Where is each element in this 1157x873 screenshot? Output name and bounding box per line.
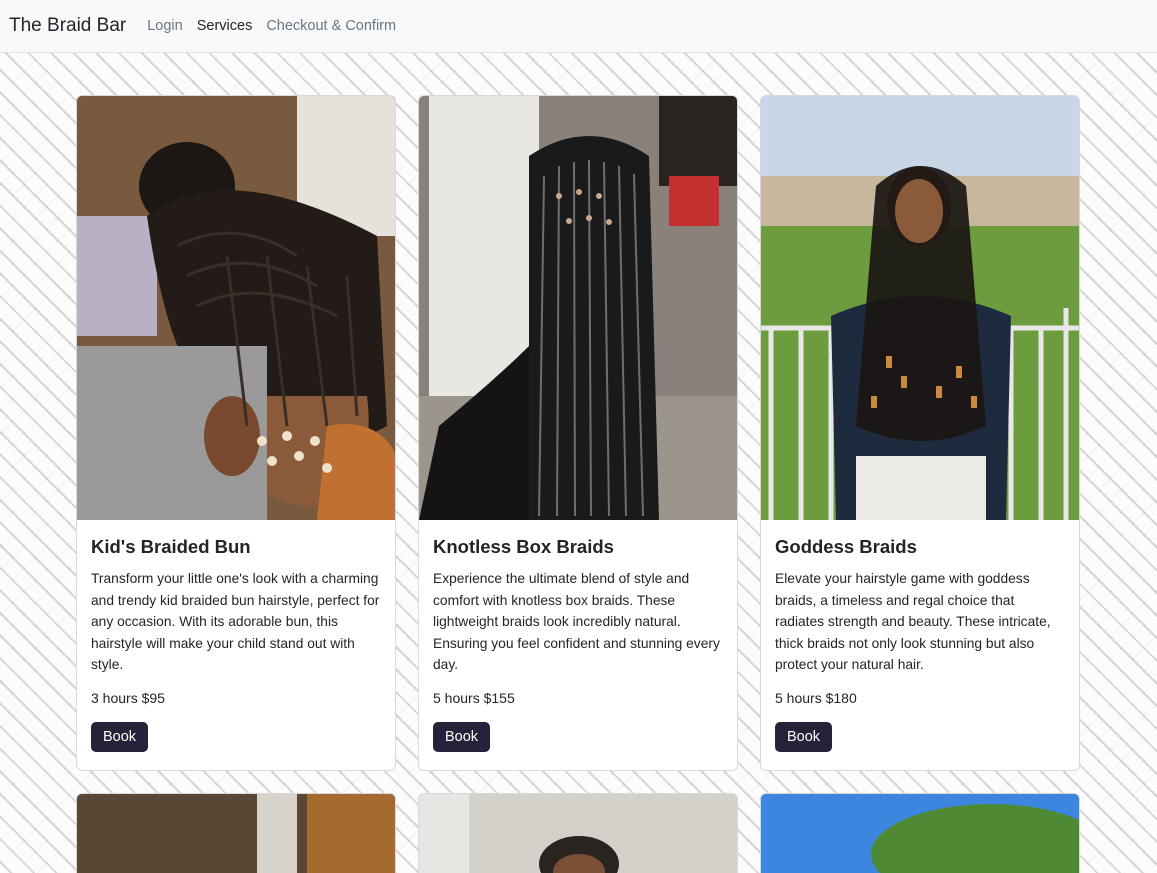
service-photo	[419, 794, 737, 873]
card-body: Knotless Box Braids Experience the ultim…	[419, 520, 737, 766]
service-card-row2-2	[418, 793, 738, 873]
service-card-knotless-box-braids: Knotless Box Braids Experience the ultim…	[418, 95, 738, 771]
service-title: Goddess Braids	[775, 536, 917, 557]
service-photo	[761, 794, 1079, 873]
service-photo	[419, 96, 737, 520]
service-card-goddess-braids: Goddess Braids Elevate your hairstyle ga…	[760, 95, 1080, 771]
photo-art	[77, 794, 395, 873]
photo-art	[419, 794, 737, 873]
service-description: Elevate your hairstyle game with goddess…	[775, 571, 1051, 672]
service-description: Experience the ultimate blend of style a…	[433, 571, 720, 672]
goddess-braids-photo-art	[761, 96, 1079, 520]
knotless-braids-photo-art	[419, 96, 737, 520]
service-photo	[77, 794, 395, 873]
book-button[interactable]: Book	[91, 721, 149, 752]
book-button[interactable]: Book	[775, 721, 833, 752]
service-card-row2-3	[760, 793, 1080, 873]
service-photo	[77, 96, 395, 520]
card-body: Kid's Braided Bun Transform your little …	[77, 520, 395, 766]
card-body: Goddess Braids Elevate your hairstyle ga…	[761, 520, 1079, 766]
nav-link-services[interactable]: Services	[197, 18, 253, 34]
service-duration-price: 5 hours $180	[775, 689, 857, 706]
service-description: Transform your little one's look with a …	[91, 571, 380, 672]
top-navbar: The Braid Bar Login Services Checkout & …	[0, 0, 1157, 53]
book-button[interactable]: Book	[433, 721, 491, 752]
service-duration-price: 3 hours $95	[91, 689, 165, 706]
brand-logo-text[interactable]: The Braid Bar	[9, 15, 126, 37]
nav-link-checkout[interactable]: Checkout & Confirm	[266, 18, 396, 34]
service-title: Knotless Box Braids	[433, 536, 614, 557]
service-card-kids-braided-bun: Kid's Braided Bun Transform your little …	[76, 95, 396, 771]
nav-link-login[interactable]: Login	[147, 18, 182, 34]
service-photo	[761, 96, 1079, 520]
service-duration-price: 5 hours $155	[433, 689, 515, 706]
service-title: Kid's Braided Bun	[91, 536, 251, 557]
service-card-row2-1	[76, 793, 396, 873]
braided-bun-photo-art	[77, 96, 395, 520]
photo-art	[761, 794, 1079, 873]
